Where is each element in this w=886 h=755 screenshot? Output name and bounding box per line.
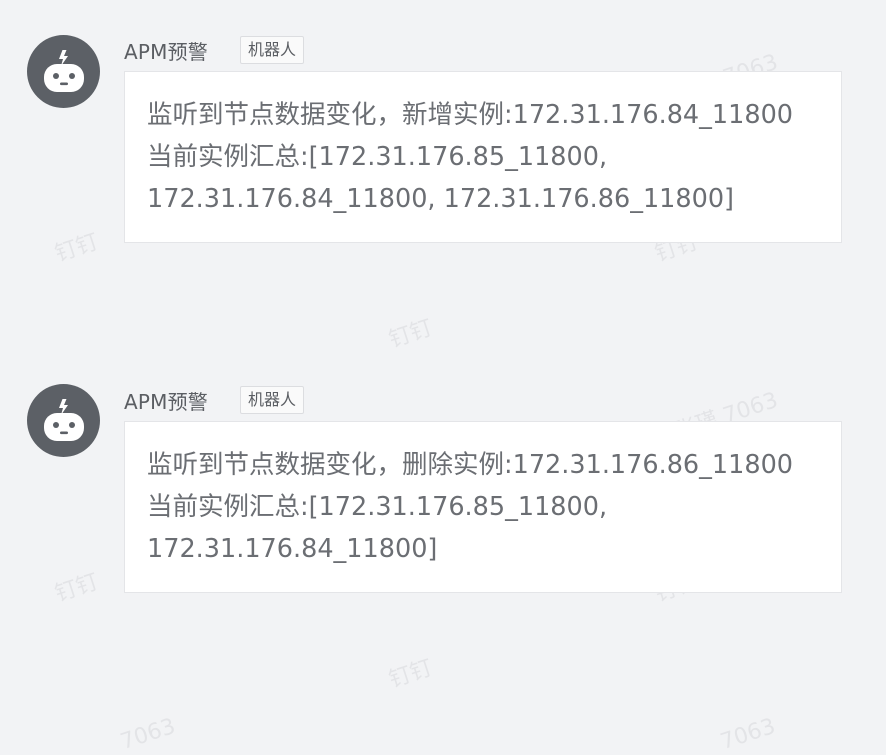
- sender-row: APM预警 机器人: [124, 35, 305, 65]
- avatar[interactable]: [27, 35, 100, 108]
- robot-icon: [43, 49, 84, 92]
- message-text-line: 监听到节点数据变化，新增实例:172.31.176.84_11800: [147, 100, 794, 130]
- message-text-line: 监听到节点数据变化，删除实例:172.31.176.86_11800: [147, 450, 794, 480]
- watermark: 钉钉: [51, 229, 102, 268]
- sender-name[interactable]: APM预警: [124, 386, 208, 415]
- message-bubble[interactable]: 监听到节点数据变化，新增实例:172.31.176.84_11800 当前实例汇…: [124, 71, 842, 243]
- robot-icon: [43, 398, 84, 441]
- watermark: 钉钉: [385, 655, 436, 694]
- message-text-line: 当前实例汇总:[172.31.176.85_11800,: [147, 492, 608, 522]
- watermark: 钉钉: [51, 569, 102, 608]
- message-bubble[interactable]: 监听到节点数据变化，删除实例:172.31.176.86_11800 当前实例汇…: [124, 421, 842, 593]
- sender-row: APM预警 机器人: [124, 385, 305, 415]
- sender-name[interactable]: APM预警: [124, 36, 208, 65]
- watermark: 7063: [717, 713, 779, 755]
- message-text-line: 172.31.176.84_11800]: [147, 534, 438, 564]
- bot-tag: 机器人: [240, 36, 305, 64]
- watermark: 钉钉: [385, 315, 436, 354]
- message-text-line: 当前实例汇总:[172.31.176.85_11800,: [147, 142, 608, 172]
- bot-tag: 机器人: [240, 386, 305, 414]
- message-text-line: 172.31.176.84_11800, 172.31.176.86_11800…: [147, 184, 735, 214]
- watermark: 7063: [117, 713, 179, 755]
- avatar[interactable]: [27, 384, 100, 457]
